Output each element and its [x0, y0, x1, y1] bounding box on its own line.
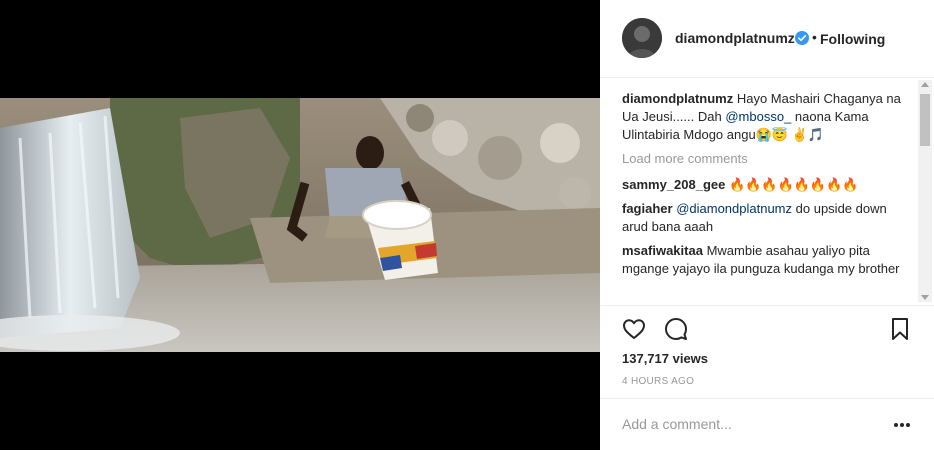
scroll-down-arrow-icon[interactable] — [921, 295, 929, 300]
view-count[interactable]: 137,717 views — [622, 351, 708, 366]
post-viewer: diamondplatnumz • Following diamondplatn… — [0, 0, 934, 450]
video-frame[interactable] — [0, 98, 600, 352]
comment-username[interactable]: fagiaher — [622, 201, 673, 216]
comments-scrollbar[interactable] — [918, 80, 932, 302]
comment-icon[interactable] — [664, 317, 688, 341]
comment-item: sammy_208_gee 🔥🔥🔥🔥🔥🔥🔥🔥 — [622, 176, 912, 194]
post-sidebar: diamondplatnumz • Following diamondplatn… — [600, 0, 934, 450]
comment-username[interactable]: msafiwakitaa — [622, 243, 703, 258]
caption-mention[interactable]: @mbosso_ — [725, 109, 791, 124]
comment-username[interactable]: sammy_208_gee — [622, 177, 725, 192]
verified-badge-icon — [795, 31, 809, 45]
more-options-icon[interactable] — [892, 415, 912, 435]
comment-item: fagiaher @diamondplatnumz do upside down… — [622, 200, 912, 236]
post-media[interactable] — [0, 0, 600, 450]
post-timestamp[interactable]: 4 HOURS AGO — [622, 376, 694, 387]
scroll-up-arrow-icon[interactable] — [921, 82, 929, 87]
comment-input[interactable] — [622, 414, 872, 434]
header-username[interactable]: diamondplatnumz — [675, 30, 795, 46]
load-more-comments-button[interactable]: Load more comments — [622, 150, 912, 168]
caption: diamondplatnumz Hayo Mashairi Chaganya n… — [622, 90, 912, 144]
action-bar — [600, 305, 934, 350]
avatar[interactable] — [622, 18, 662, 58]
header-separator: • — [812, 29, 817, 45]
bookmark-icon[interactable] — [888, 317, 912, 341]
comment-text: 🔥🔥🔥🔥🔥🔥🔥🔥 — [728, 177, 859, 192]
post-header: diamondplatnumz • Following — [600, 0, 934, 78]
scroll-thumb[interactable] — [920, 94, 930, 146]
comments-list: diamondplatnumz Hayo Mashairi Chaganya n… — [622, 90, 912, 304]
comment-mention[interactable]: @diamondplatnumz — [676, 201, 792, 216]
following-button[interactable]: Following — [820, 31, 885, 47]
comment-form — [600, 398, 934, 451]
comment-item: msafiwakitaa Mwambie asahau yaliyo pita … — [622, 242, 912, 278]
caption-username[interactable]: diamondplatnumz — [622, 91, 733, 106]
heart-icon[interactable] — [622, 317, 646, 341]
